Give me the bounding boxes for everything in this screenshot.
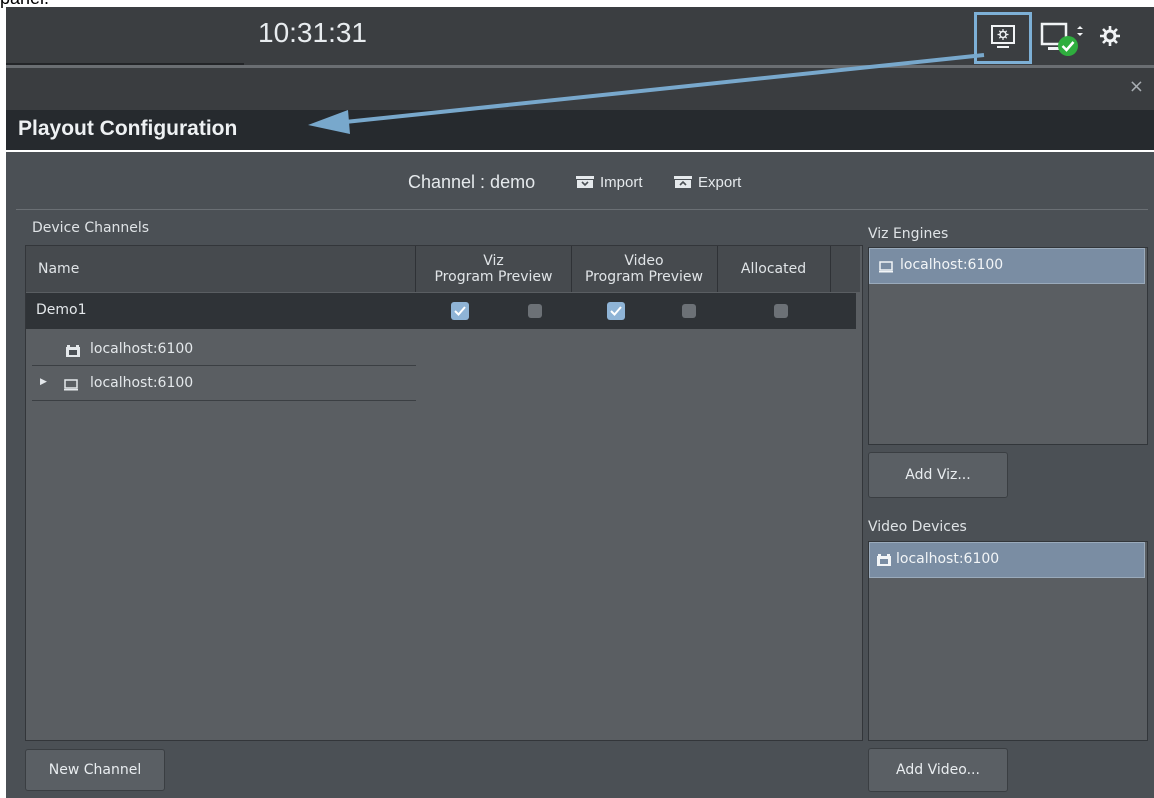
section-divider	[16, 209, 1148, 210]
device-channels-heading: Device Channels	[32, 220, 150, 236]
export-label: Export	[698, 174, 742, 191]
export-button[interactable]: Export	[674, 174, 741, 191]
channel-label: Channel : demo	[408, 172, 536, 192]
expand-arrow-icon[interactable]: ▶	[40, 377, 47, 387]
viz-program-checkbox[interactable]	[451, 302, 469, 320]
viz-engines-heading: Viz Engines	[868, 226, 949, 242]
column-header-video[interactable]: Video Program Preview	[571, 246, 718, 292]
import-icon	[576, 176, 594, 188]
annotation-arrow	[308, 53, 985, 134]
video-devices-heading: Video Devices	[868, 519, 967, 535]
monitor-icon	[64, 379, 78, 391]
import-button[interactable]: Import	[576, 174, 643, 191]
viz-preview-checkbox[interactable]	[528, 304, 542, 318]
list-item[interactable]: localhost:6100	[32, 336, 416, 366]
list-item[interactable]: ▶ localhost:6100	[32, 370, 416, 400]
video-program-checkbox[interactable]	[607, 302, 625, 320]
add-video-button[interactable]: Add Video...	[868, 748, 1008, 792]
video-device-icon	[66, 345, 80, 357]
video-device-icon	[877, 554, 891, 566]
column-header-viz[interactable]: Viz Program Preview	[416, 246, 572, 292]
list-item[interactable]: localhost:6100	[869, 542, 1145, 578]
import-label: Import	[600, 174, 643, 191]
column-header-allocated[interactable]: Allocated	[717, 246, 831, 292]
list-item[interactable]: localhost:6100	[869, 248, 1145, 284]
allocated-checkbox[interactable]	[774, 304, 788, 318]
export-icon	[674, 176, 692, 188]
add-viz-button[interactable]: Add Viz...	[868, 452, 1008, 498]
row-divider	[32, 400, 416, 401]
row-divider	[32, 365, 416, 366]
new-channel-button[interactable]: New Channel	[25, 749, 165, 791]
video-preview-checkbox[interactable]	[682, 304, 696, 318]
row-name-demo1: Demo1	[36, 302, 87, 318]
column-header-name[interactable]: Name	[26, 246, 416, 292]
table-row[interactable]	[26, 293, 856, 329]
monitor-icon	[879, 261, 893, 273]
